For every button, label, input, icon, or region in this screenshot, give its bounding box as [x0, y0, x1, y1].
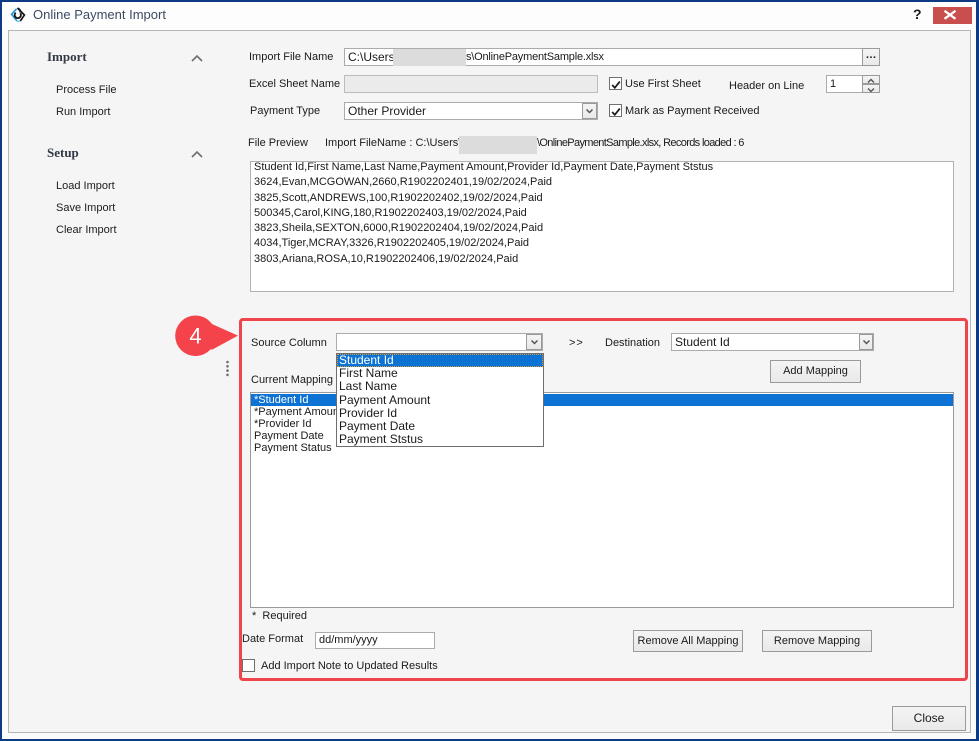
- svg-text:4: 4: [189, 324, 201, 349]
